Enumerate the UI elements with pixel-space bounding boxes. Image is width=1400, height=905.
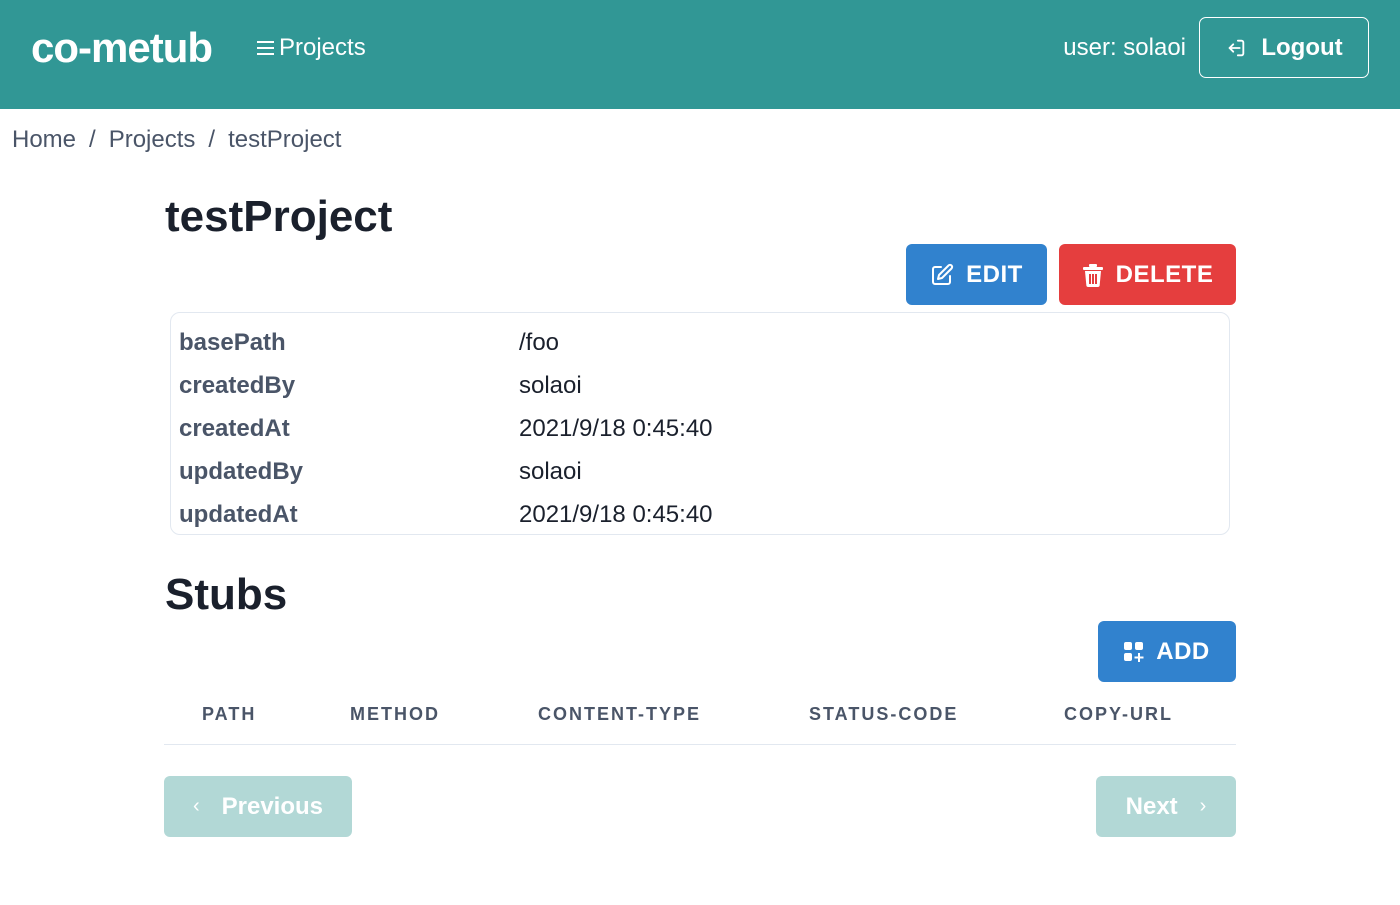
detail-value: solaoi [519, 457, 582, 485]
detail-row-createdby: createdBy solaoi [171, 364, 1229, 407]
breadcrumb-home[interactable]: Home [12, 126, 76, 154]
chevron-right-icon: › [1199, 795, 1207, 817]
detail-value: solaoi [519, 371, 582, 399]
column-header-path: PATH [202, 704, 257, 724]
delete-button[interactable]: DELETE [1059, 244, 1236, 305]
project-details-table: basePath /foo createdBy solaoi createdAt… [170, 312, 1230, 535]
detail-key: updatedAt [179, 500, 298, 528]
logout-button[interactable]: Logout [1199, 17, 1369, 78]
edit-label: EDIT [966, 260, 1023, 288]
chevron-left-icon: ‹ [192, 795, 200, 817]
edit-button[interactable]: EDIT [906, 244, 1047, 305]
detail-value: 2021/9/18 0:45:40 [519, 414, 713, 442]
detail-value: 2021/9/18 0:45:40 [519, 500, 713, 528]
nav-projects-link[interactable]: Projects [257, 34, 366, 62]
trash-icon [1082, 263, 1103, 287]
top-navbar: co-metub Projects user: solaoi Logout [0, 0, 1400, 109]
column-header-content-type: CONTENT-TYPE [538, 704, 702, 724]
breadcrumb-separator: / [208, 126, 216, 153]
add-grid-icon [1124, 641, 1144, 662]
menu-icon [257, 41, 274, 55]
next-page-button[interactable]: Next › [1096, 776, 1236, 837]
detail-key: updatedBy [179, 457, 304, 485]
user-label: user: solaoi [1063, 34, 1186, 61]
detail-row-updatedby: updatedBy solaoi [171, 450, 1229, 493]
detail-key: basePath [179, 328, 286, 356]
page-title: testProject [165, 192, 393, 241]
edit-icon [932, 263, 954, 285]
detail-key: createdAt [179, 414, 290, 442]
breadcrumb: Home / Projects / testProject [12, 126, 341, 154]
app-logo[interactable]: co-metub [31, 24, 213, 72]
stubs-section-title: Stubs [165, 570, 288, 619]
breadcrumb-current: testProject [228, 126, 342, 153]
breadcrumb-projects[interactable]: Projects [109, 126, 196, 154]
add-label: ADD [1156, 637, 1210, 665]
logout-label: Logout [1261, 33, 1343, 61]
column-header-status-code: STATUS-CODE [809, 704, 959, 724]
detail-row-createdat: createdAt 2021/9/18 0:45:40 [171, 407, 1229, 450]
column-header-method: METHOD [350, 704, 440, 724]
previous-page-button[interactable]: ‹ Previous [164, 776, 352, 837]
detail-key: createdBy [179, 371, 296, 399]
logout-icon [1229, 39, 1245, 56]
breadcrumb-separator: / [89, 126, 96, 153]
column-header-copy-url: COPY-URL [1064, 704, 1174, 724]
stubs-table-header: PATH METHOD CONTENT-TYPE STATUS-CODE COP… [164, 690, 1236, 745]
detail-row-basepath: basePath /foo [171, 321, 1229, 364]
detail-value: /foo [519, 328, 560, 356]
next-label: Next [1125, 792, 1178, 820]
nav-projects-label: Projects [279, 34, 366, 61]
add-stub-button[interactable]: ADD [1098, 621, 1236, 682]
delete-label: DELETE [1115, 260, 1214, 288]
detail-row-updatedat: updatedAt 2021/9/18 0:45:40 [171, 493, 1229, 536]
previous-label: Previous [221, 792, 324, 820]
